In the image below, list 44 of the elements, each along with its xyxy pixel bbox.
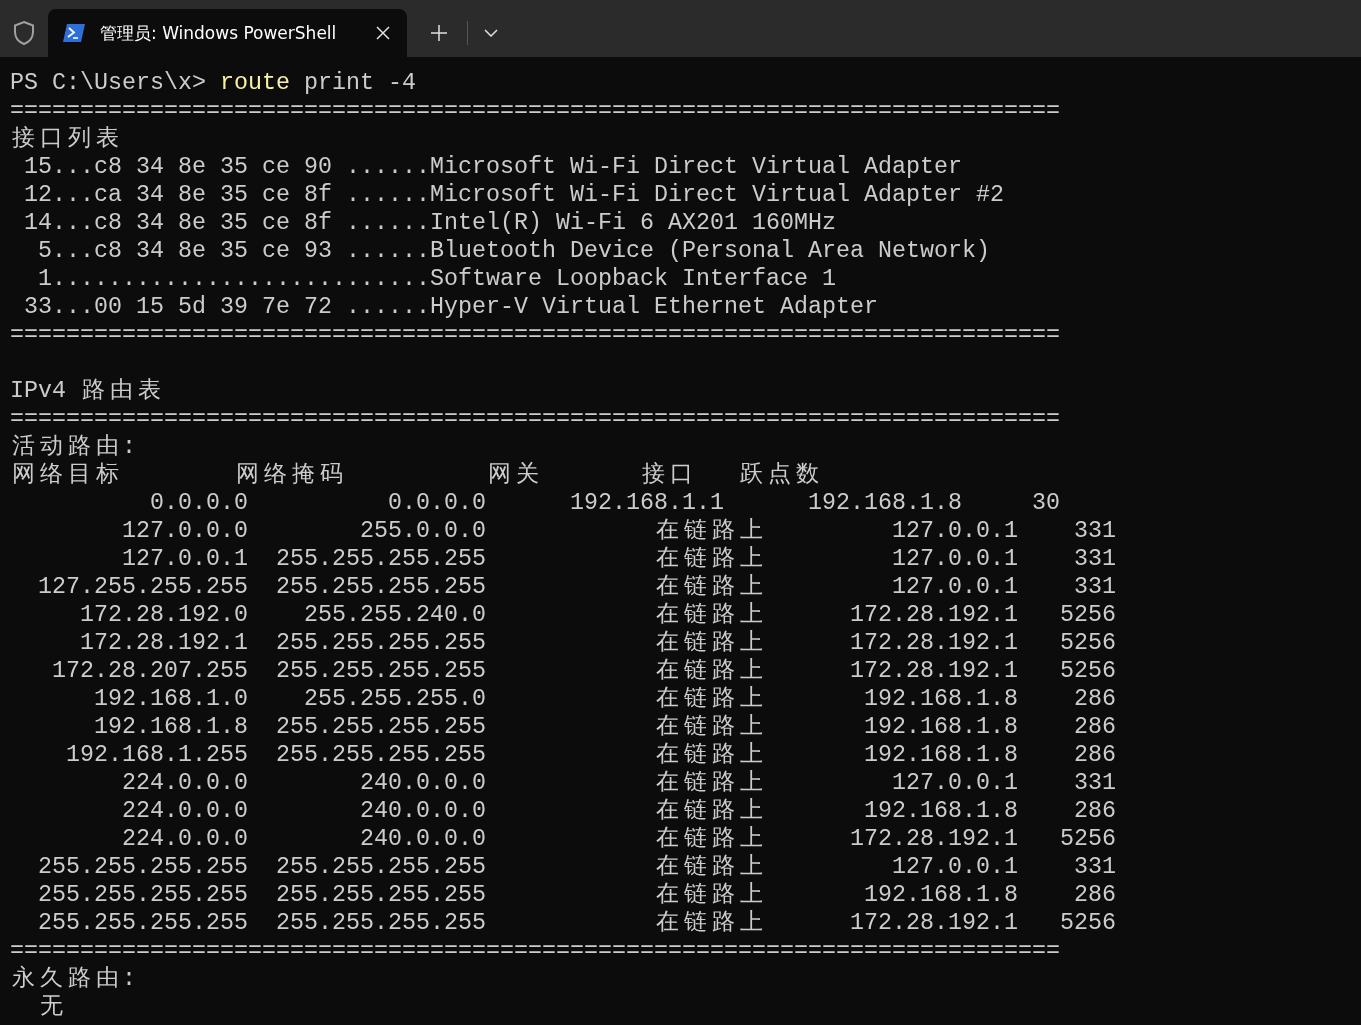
output-line: IPv4 路由表: [10, 377, 163, 405]
output-line: 0.0.0.0 0.0.0.0 192.168.1.1 192.168.1.8 30: [149, 489, 1060, 517]
output-line: 192.168.1.255 255.255.255.255 在链路上 192.168.1.8 286: [65, 741, 1116, 769]
output-line: 224.0.0.0 240.0.0.0 在链路上 127.0.0.1 331: [121, 769, 1116, 797]
output-line: 192.168.1.0 255.255.255.0 在链路上 192.168.1.8 286: [93, 685, 1116, 713]
column-header: 接口: [641, 461, 695, 489]
output-line: 172.28.207.255 255.255.255.255 在链路上 172.28.192.1 5256: [51, 657, 1116, 685]
terminal-prompt-icon: [62, 23, 86, 43]
output-line: 172.28.192.1 255.255.255.255 在链路上 172.28.192.1 5256: [79, 629, 1116, 657]
output-line: 127.0.0.0 255.0.0.0 在链路上 127.0.0.1 331: [121, 517, 1116, 545]
command-line: PS C:\Users\x> route print -4: [10, 69, 416, 97]
output-line: ===========================================================================: [10, 405, 1060, 433]
plus-icon[interactable]: [431, 24, 447, 41]
tab-title: 管理员: Windows PowerShell: [100, 21, 338, 45]
column-header: 网络掩码: [235, 461, 345, 489]
output-line: 224.0.0.0 240.0.0.0 在链路上 172.28.192.1 5256: [121, 825, 1116, 853]
shield-icon: [12, 19, 36, 46]
output-line: 127.255.255.255 255.255.255.255 在链路上 127.0.0.1 331: [37, 573, 1116, 601]
column-header: 网络目标: [11, 461, 121, 489]
output-line: 255.255.255.255 255.255.255.255 在链路上 192.168.1.8 286: [37, 881, 1116, 909]
caret-icon[interactable]: [484, 28, 498, 37]
output-line: 127.0.0.1 255.255.255.255 在链路上 127.0.0.1 331: [121, 545, 1116, 573]
output-line: 接口列表: [11, 125, 121, 153]
output-line: ===========================================================================: [10, 97, 1060, 125]
output-line: 224.0.0.0 240.0.0.0 在链路上 192.168.1.8 286: [121, 797, 1116, 825]
output-line: 无: [39, 993, 65, 1021]
output-line: 14...c8 34 8e 35 ce 8f ......Intel(R) Wi-Fi 6 AX201 160MHz: [23, 209, 836, 237]
output-line: 255.255.255.255 255.255.255.255 在链路上 127.0.0.1 331: [37, 853, 1116, 881]
output-line: 活动路由:: [11, 433, 136, 461]
output-line: 172.28.192.0 255.255.240.0 在链路上 172.28.192.1 5256: [79, 601, 1116, 629]
output-line: 永久路由:: [11, 965, 136, 993]
output-line: 5...c8 34 8e 35 ce 93 ......Bluetooth Device (Personal Area Network): [37, 237, 990, 265]
output-line: ===========================================================================: [10, 937, 1060, 965]
output-line: 192.168.1.8 255.255.255.255 在链路上 192.168.1.8 286: [93, 713, 1116, 741]
output-line: 33...00 15 5d 39 7e 72 ......Hyper-V Virtual Ethernet Adapter: [23, 293, 878, 321]
column-header: 网关: [487, 461, 541, 489]
output-line: 255.255.255.255 255.255.255.255 在链路上 172.28.192.1 5256: [37, 909, 1116, 937]
output-line: 15...c8 34 8e 35 ce 90 ......Microsoft Wi-Fi Direct Virtual Adapter: [23, 153, 962, 181]
column-header: 跃点数: [739, 461, 821, 489]
output-line: 12...ca 34 8e 35 ce 8f ......Microsoft Wi-Fi Direct Virtual Adapter #2: [23, 181, 1004, 209]
output-line: 1...........................Software Loopback Interface 1: [37, 265, 836, 293]
output-line: ===========================================================================: [10, 321, 1060, 349]
terminal-tab[interactable]: 管理员: Windows PowerShell: [48, 9, 407, 57]
close-icon[interactable]: [376, 26, 390, 40]
